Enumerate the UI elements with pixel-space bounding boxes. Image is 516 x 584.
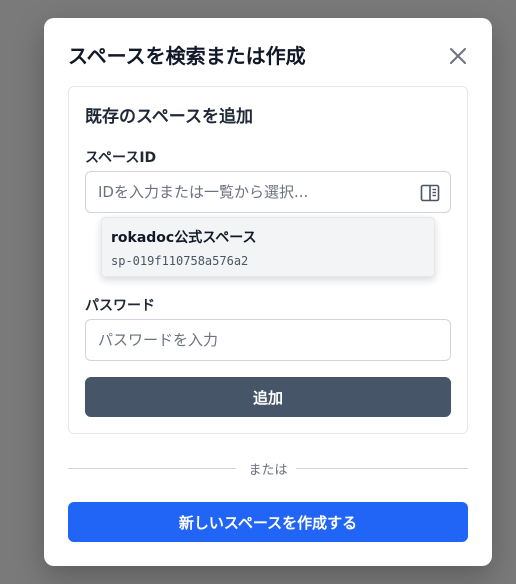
space-suggestion-item[interactable]: rokadoc公式スペース sp-019f110758a576a2 [101,217,435,277]
space-id-input[interactable] [86,172,450,212]
close-button[interactable] [448,46,468,66]
space-modal: スペースを検索または作成 既存のスペースを追加 スペースID rokadoc公式… [44,18,492,566]
close-icon [450,48,466,64]
book-list-icon [420,184,440,202]
space-list-button[interactable] [420,183,440,203]
suggestion-name: rokadoc公式スペース [111,230,257,246]
password-field-wrapper [85,319,451,361]
add-button[interactable]: 追加 [85,377,451,417]
password-input[interactable] [86,320,450,360]
or-divider: または [68,458,468,478]
modal-title: スペースを検索または作成 [68,44,306,68]
create-space-button[interactable]: 新しいスペースを作成する [68,502,468,542]
space-id-field-wrapper [85,171,451,213]
divider-line-right [296,468,468,469]
space-id-label: スペースID [85,150,157,166]
suggestion-id: sp-019f110758a576a2 [111,254,249,268]
existing-space-card: 既存のスペースを追加 スペースID rokadoc公式スペース sp-019f1… [68,86,468,434]
card-title: 既存のスペースを追加 [85,107,253,127]
password-label: パスワード [85,298,155,314]
